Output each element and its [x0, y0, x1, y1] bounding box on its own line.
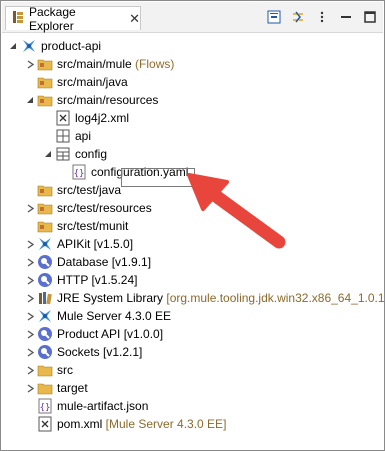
tree-label: src/test/java — [57, 183, 122, 197]
collapsed-arrow-icon[interactable] — [25, 307, 35, 325]
red-annotation-arrow-icon — [187, 173, 286, 249]
connector-icon — [37, 254, 53, 270]
folder-grid-icon — [55, 128, 71, 144]
tree-label: target — [57, 381, 88, 395]
library-icon — [37, 290, 53, 306]
tree-label: config — [75, 147, 108, 161]
tree-label: api — [75, 129, 92, 143]
tree-label: src — [57, 363, 73, 377]
collapsed-arrow-icon[interactable] — [25, 271, 35, 289]
xml-file-icon — [55, 110, 71, 126]
tree-label: configuration.yaml — [91, 165, 189, 179]
link-editor-icon[interactable] — [289, 9, 307, 25]
tree-row-mule-artifact-json[interactable]: {} mule-artifact.json — [1, 397, 384, 415]
collapsed-arrow-icon[interactable] — [25, 379, 35, 397]
tree-row-src-main-resources[interactable]: src/main/resources — [1, 91, 384, 109]
collapsed-arrow-icon[interactable] — [25, 253, 35, 271]
close-icon[interactable]: ✕ — [129, 12, 140, 25]
source-folder-icon — [37, 182, 53, 198]
tree-row-target[interactable]: target — [1, 379, 384, 397]
package-explorer-icon — [12, 10, 24, 27]
svg-text:{}: {} — [40, 403, 51, 413]
folder-icon — [37, 380, 53, 396]
tree-label: src/main/mule — [57, 57, 132, 71]
collapse-all-icon[interactable] — [265, 9, 283, 25]
tree-label: mule-artifact.json — [57, 399, 149, 413]
tree-label: pom.xml — [57, 417, 103, 431]
mule-project-icon — [21, 38, 37, 54]
json-file-icon: {} — [37, 398, 53, 414]
tree-label: Product API [v1.0.0] — [57, 327, 164, 341]
view-toolbar — [265, 9, 379, 25]
tree-row-src[interactable]: src — [1, 361, 384, 379]
minimize-icon[interactable] — [337, 9, 355, 25]
collapsed-arrow-icon[interactable] — [25, 235, 35, 253]
tree-row-sockets[interactable]: Sockets [v1.2.1] — [1, 343, 384, 361]
mule-library-icon — [37, 236, 53, 252]
tree-label: product-api — [41, 39, 102, 53]
maximize-icon[interactable] — [361, 9, 379, 25]
tab-package-explorer[interactable]: Package Explorer ✕ — [5, 4, 141, 33]
tree-row-api[interactable]: api — [1, 127, 384, 145]
xml-file-icon — [37, 416, 53, 432]
tree-label: Mule Server 4.3.0 EE — [57, 309, 172, 323]
collapsed-arrow-icon[interactable] — [25, 325, 35, 343]
flows-decoration: (Flows) — [131, 57, 175, 71]
tree-label: src/main/resources — [57, 93, 159, 107]
tree-label: JRE System Library — [57, 291, 164, 305]
folder-icon — [37, 362, 53, 378]
jre-decoration: [org.mule.tooling.jdk.win32.x86_64_1.0.1… — [163, 291, 385, 305]
tree-label: Sockets [v1.2.1] — [57, 345, 143, 359]
tree-row-mule-server[interactable]: Mule Server 4.3.0 EE — [1, 307, 384, 325]
collapsed-arrow-icon[interactable] — [25, 343, 35, 361]
tree-row-product-api-lib[interactable]: Product API [v1.0.0] — [1, 325, 384, 343]
tree-label: HTTP [v1.5.24] — [57, 273, 138, 287]
tree-row-http[interactable]: HTTP [v1.5.24] — [1, 271, 384, 289]
tree-row-src-main-mule[interactable]: src/main/mule (Flows) — [1, 55, 384, 73]
collapsed-arrow-icon[interactable] — [25, 55, 35, 73]
expanded-arrow-icon[interactable] — [8, 37, 18, 55]
tree-label: APIKit [v1.5.0] — [57, 237, 134, 251]
tree-row-config[interactable]: config — [1, 145, 384, 163]
connector-icon — [37, 272, 53, 288]
view-menu-icon[interactable] — [313, 9, 331, 25]
yaml-file-icon: {} — [71, 164, 87, 180]
expanded-arrow-icon[interactable] — [25, 91, 35, 109]
tree-row-pom-xml[interactable]: pom.xml [Mule Server 4.3.0 EE] — [1, 415, 384, 433]
tree-row-src-main-java[interactable]: src/main/java — [1, 73, 384, 91]
expanded-arrow-icon[interactable] — [43, 145, 53, 163]
tree-label: src/main/java — [57, 75, 128, 89]
connector-icon — [37, 326, 53, 342]
tab-label: Package Explorer — [29, 4, 76, 33]
collapsed-arrow-icon[interactable] — [25, 199, 35, 217]
source-folder-icon — [37, 92, 53, 108]
connector-icon — [37, 344, 53, 360]
tree-row-log4j2-xml[interactable]: log4j2.xml — [1, 109, 384, 127]
tree-row-database[interactable]: Database [v1.9.1] — [1, 253, 384, 271]
source-folder-icon — [37, 56, 53, 72]
source-folder-icon — [37, 74, 53, 90]
tree-label: log4j2.xml — [75, 111, 130, 125]
mule-library-icon — [37, 308, 53, 324]
tree-row-jre-system-library[interactable]: JRE System Library [org.mule.tooling.jdk… — [1, 289, 384, 307]
tree-label: Database [v1.9.1] — [57, 255, 152, 269]
source-folder-icon — [37, 218, 53, 234]
tree-label: src/test/munit — [57, 219, 129, 233]
svg-text:{}: {} — [74, 169, 85, 179]
collapsed-arrow-icon[interactable] — [25, 289, 35, 307]
view-tab-bar: Package Explorer ✕ — [2, 2, 383, 33]
collapsed-arrow-icon[interactable] — [25, 361, 35, 379]
folder-grid-icon — [55, 146, 71, 162]
tree-row-product-api[interactable]: product-api — [1, 37, 384, 55]
source-folder-icon — [37, 200, 53, 216]
tree-label: src/test/resources — [57, 201, 152, 215]
package-explorer-view: Package Explorer ✕ product-api src/main/… — [0, 0, 385, 451]
pom-decoration: [Mule Server 4.3.0 EE] — [102, 417, 227, 431]
